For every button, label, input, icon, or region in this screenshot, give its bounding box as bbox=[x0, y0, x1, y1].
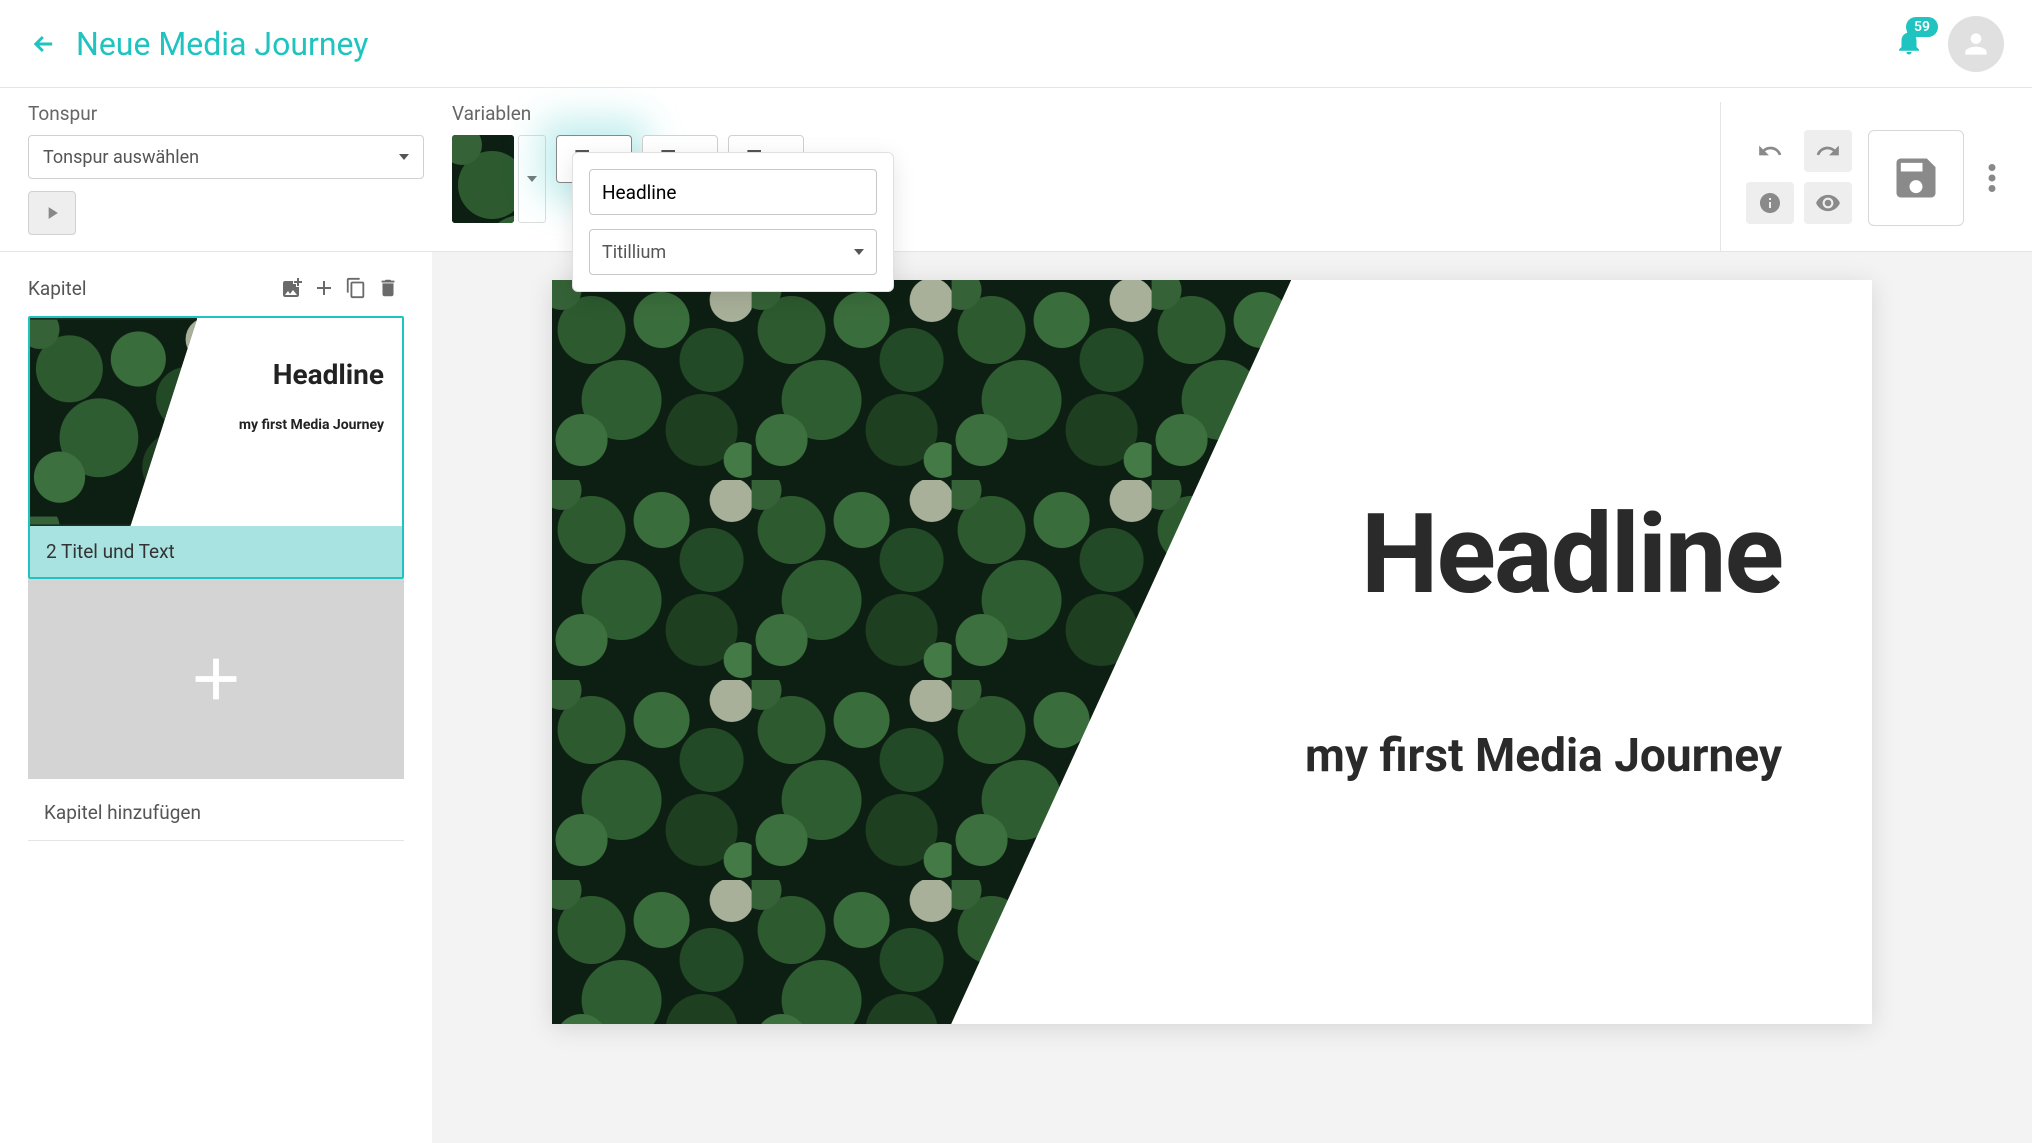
trash-icon bbox=[377, 277, 399, 299]
duplicate-button[interactable] bbox=[340, 272, 372, 304]
info-button[interactable] bbox=[1746, 182, 1794, 224]
more-vert-icon bbox=[1988, 164, 1996, 192]
slide-thumb-subtitle: my first Media Journey bbox=[197, 417, 384, 433]
canvas-image bbox=[552, 280, 1291, 1024]
kapitel-label: Kapitel bbox=[28, 277, 276, 300]
eye-icon bbox=[1815, 190, 1841, 216]
add-button[interactable] bbox=[308, 272, 340, 304]
play-icon bbox=[42, 203, 62, 223]
variablen-section: Variablen TT TT TT bbox=[432, 102, 1720, 251]
tonspur-select[interactable]: Tonspur auswählen bbox=[28, 135, 424, 179]
copy-icon bbox=[345, 277, 367, 299]
person-icon bbox=[1960, 28, 1992, 60]
more-options-button[interactable] bbox=[1980, 130, 2004, 226]
plus-icon bbox=[312, 276, 336, 300]
save-button[interactable] bbox=[1868, 130, 1964, 226]
image-variable-dropdown[interactable] bbox=[518, 135, 546, 223]
plus-icon bbox=[181, 644, 251, 714]
canvas-subtitle[interactable]: my first Media Journey bbox=[1305, 729, 1782, 783]
slide-thumbnail-active[interactable]: Headline my first Media Journey 2 Titel … bbox=[28, 316, 404, 579]
image-variable-thumb[interactable] bbox=[452, 135, 514, 223]
add-image-icon bbox=[280, 276, 304, 300]
info-icon bbox=[1758, 191, 1782, 215]
user-avatar[interactable] bbox=[1948, 16, 2004, 72]
play-button[interactable] bbox=[28, 191, 76, 235]
tonspur-select-value: Tonspur auswählen bbox=[43, 147, 199, 168]
variablen-label: Variablen bbox=[452, 102, 1720, 125]
text-variable-popover: Titillium bbox=[572, 152, 894, 292]
chevron-down-icon bbox=[399, 154, 409, 160]
chapters-sidebar: Kapitel Headline my first Media bbox=[0, 252, 432, 1143]
tonspur-section: Tonspur Tonspur auswählen bbox=[28, 102, 432, 251]
undo-icon bbox=[1757, 138, 1783, 164]
add-chapter-button[interactable]: Kapitel hinzufügen bbox=[28, 779, 404, 841]
add-image-button[interactable] bbox=[276, 272, 308, 304]
app-header: Neue Media Journey 59 bbox=[0, 0, 2032, 88]
chevron-down-icon bbox=[854, 249, 864, 255]
add-slide-button[interactable] bbox=[28, 579, 404, 779]
page-title: Neue Media Journey bbox=[76, 25, 368, 63]
redo-button[interactable] bbox=[1804, 130, 1852, 172]
font-select-value: Titillium bbox=[602, 242, 666, 263]
undo-button[interactable] bbox=[1746, 130, 1794, 172]
notifications-button[interactable]: 59 bbox=[1894, 27, 1924, 61]
tonspur-label: Tonspur bbox=[28, 102, 432, 125]
back-button[interactable] bbox=[28, 28, 60, 60]
chevron-down-icon bbox=[527, 176, 537, 182]
notification-badge: 59 bbox=[1906, 17, 1938, 37]
headline-input[interactable] bbox=[589, 169, 877, 215]
canvas-headline[interactable]: Headline bbox=[1305, 490, 1782, 619]
slide-thumb-headline: Headline bbox=[197, 358, 384, 391]
slide-caption: 2 Titel und Text bbox=[30, 526, 402, 577]
preview-button[interactable] bbox=[1804, 182, 1852, 224]
right-tools bbox=[1720, 102, 2004, 251]
save-icon bbox=[1890, 152, 1942, 204]
toolbar: Tonspur Tonspur auswählen Variablen TT bbox=[0, 88, 2032, 252]
canvas-area: Headline my first Media Journey bbox=[432, 252, 2032, 1143]
redo-icon bbox=[1815, 138, 1841, 164]
main-area: Kapitel Headline my first Media bbox=[0, 252, 2032, 1143]
slide-canvas[interactable]: Headline my first Media Journey bbox=[552, 280, 1872, 1024]
font-select[interactable]: Titillium bbox=[589, 229, 877, 275]
delete-button[interactable] bbox=[372, 272, 404, 304]
